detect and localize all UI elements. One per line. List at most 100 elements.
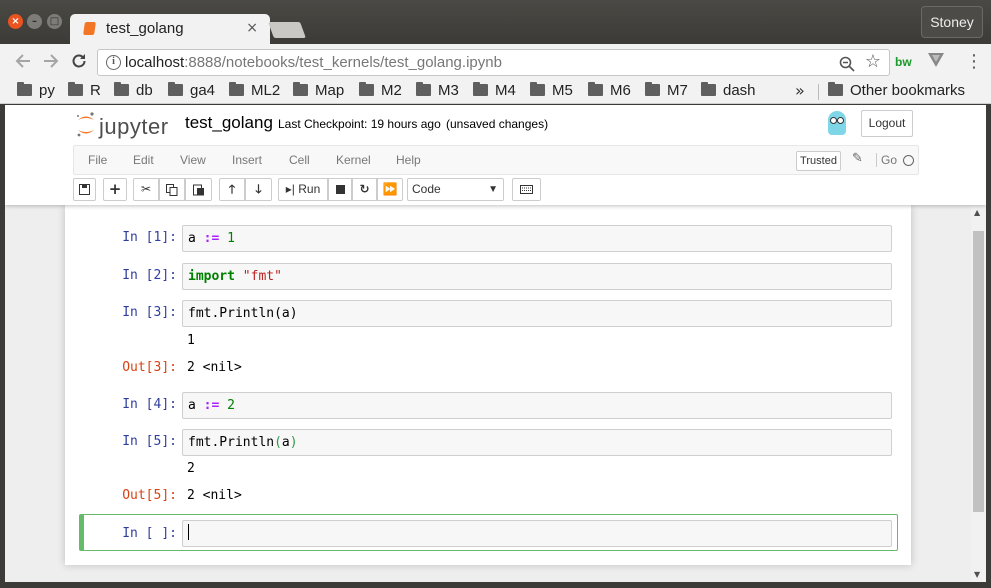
code-cell-input[interactable]: fmt.Println(a)	[182, 300, 892, 327]
scroll-up-icon[interactable]: ▲	[974, 208, 980, 217]
checkpoint-status: Last Checkpoint: 19 hours ago	[278, 117, 441, 131]
url-text[interactable]: localhost:8888/notebooks/test_kernels/te…	[125, 54, 502, 71]
folder-icon	[229, 82, 244, 96]
reload-icon[interactable]	[70, 52, 88, 74]
trusted-indicator[interactable]: Trusted	[796, 151, 841, 171]
menu-file[interactable]: File	[88, 153, 107, 167]
menu-edit[interactable]: Edit	[133, 153, 154, 167]
insert-cell-button[interactable]: +	[103, 178, 127, 201]
input-prompt: In [5]:	[122, 434, 177, 449]
tab-close-icon[interactable]: ×	[246, 20, 258, 36]
code-cell-input[interactable]: a := 2	[182, 392, 892, 419]
command-palette-button[interactable]	[512, 178, 541, 201]
zoom-icon[interactable]	[839, 52, 855, 77]
folder-icon	[293, 82, 308, 96]
paste-button[interactable]	[185, 178, 212, 201]
bookmark-folder[interactable]: db	[114, 82, 153, 99]
bookmark-folder[interactable]: M5	[530, 82, 573, 99]
notebook-header: jupyter test_golang Last Checkpoint: 19 …	[5, 105, 986, 205]
folder-icon	[359, 82, 374, 96]
move-down-button[interactable]: 🡓	[245, 178, 272, 201]
cell-stdout: 2	[187, 461, 195, 476]
active-code-cell-input[interactable]	[182, 520, 892, 547]
menu-view[interactable]: View	[180, 153, 206, 167]
extension-v-icon[interactable]	[927, 52, 945, 73]
stop-icon	[335, 185, 345, 194]
code-cell-input[interactable]: fmt.Println(a)	[182, 429, 892, 456]
address-bar[interactable]: i localhost:8888/notebooks/test_kernels/…	[97, 49, 890, 76]
window-minimize-button[interactable]: –	[27, 14, 42, 29]
plus-icon: +	[108, 180, 122, 198]
menu-cell[interactable]: Cell	[289, 153, 310, 167]
input-prompt: In [3]:	[122, 305, 177, 320]
scrollbar-thumb[interactable]	[973, 231, 984, 512]
cell-output: 2 <nil>	[187, 488, 242, 503]
folder-icon	[416, 82, 431, 96]
browser-menu-icon[interactable]: ⋮	[965, 51, 983, 72]
jupyter-logo[interactable]: jupyter	[75, 111, 175, 139]
window-maximize-button[interactable]: □	[47, 14, 62, 29]
folder-icon	[168, 82, 183, 96]
folder-icon	[828, 82, 843, 96]
run-button[interactable]: ▸| Run	[278, 178, 328, 201]
cut-button[interactable]: ✂	[133, 178, 159, 201]
notebook-page: jupyter test_golang Last Checkpoint: 19 …	[5, 105, 986, 582]
bookmarks-overflow-button[interactable]: »	[795, 81, 805, 100]
go-gopher-icon	[828, 111, 846, 135]
folder-icon	[530, 82, 545, 96]
autosave-status: (unsaved changes)	[446, 117, 549, 131]
folder-icon	[17, 82, 32, 96]
bookmark-folder[interactable]: py	[17, 82, 55, 99]
scissors-icon: ✂	[140, 182, 152, 196]
logout-button[interactable]: Logout	[861, 110, 913, 137]
page-scrollbar[interactable]: ▲ ▼	[971, 205, 986, 582]
interrupt-button[interactable]	[328, 178, 352, 201]
profile-button[interactable]: Stoney	[921, 6, 983, 38]
input-prompt: In [ ]:	[122, 526, 177, 541]
cell-type-select[interactable]: Code ▼	[407, 178, 504, 201]
paste-icon	[192, 184, 204, 196]
extension-bw-icon[interactable]: bw	[895, 55, 912, 69]
cell-stdout: 1	[187, 333, 195, 348]
save-button[interactable]	[73, 178, 96, 201]
bookmark-star-icon[interactable]: ☆	[865, 51, 881, 72]
bookmark-folder[interactable]: ga4	[168, 82, 215, 99]
kernel-name: Go	[876, 153, 897, 167]
notebook-favicon-icon	[83, 22, 96, 35]
copy-button[interactable]	[159, 178, 185, 201]
new-tab-button[interactable]	[268, 22, 306, 38]
fast-forward-icon: ⏩	[382, 182, 398, 196]
code-cell-input[interactable]: import "fmt"	[182, 263, 892, 290]
window-close-button[interactable]: ×	[8, 14, 23, 29]
restart-button[interactable]: ↻	[352, 178, 377, 201]
jupyter-logo-text: jupyter	[99, 114, 169, 139]
bookmarks-divider	[818, 84, 819, 100]
edit-mode-pencil-icon: ✎	[852, 151, 863, 166]
other-bookmarks[interactable]: Other bookmarks	[828, 82, 965, 99]
bookmark-folder[interactable]: R	[68, 82, 101, 99]
forward-icon[interactable]	[42, 52, 60, 74]
bookmark-folder[interactable]: M3	[416, 82, 459, 99]
bookmark-folder[interactable]: ML2	[229, 82, 280, 99]
navigation-bar: i localhost:8888/notebooks/test_kernels/…	[0, 44, 991, 80]
restart-icon: ↻	[359, 182, 370, 196]
code-cell-input[interactable]: a := 1	[182, 225, 892, 252]
folder-icon	[68, 82, 83, 96]
info-icon[interactable]: i	[106, 55, 121, 70]
back-icon[interactable]	[14, 52, 32, 74]
restart-run-all-button[interactable]: ⏩	[377, 178, 403, 201]
menu-insert[interactable]: Insert	[232, 153, 262, 167]
url-host: localhost	[125, 54, 185, 71]
bookmark-folder[interactable]: M2	[359, 82, 402, 99]
move-up-button[interactable]: 🡑	[219, 178, 245, 201]
scroll-down-icon[interactable]: ▼	[974, 570, 980, 579]
menu-kernel[interactable]: Kernel	[336, 153, 371, 167]
bookmark-folder[interactable]: dash	[701, 82, 756, 99]
bookmark-folder[interactable]: M7	[645, 82, 688, 99]
browser-tab[interactable]: test_golang ×	[70, 14, 270, 44]
bookmark-folder[interactable]: M6	[588, 82, 631, 99]
menu-help[interactable]: Help	[396, 153, 421, 167]
bookmark-folder[interactable]: Map	[293, 82, 344, 99]
bookmark-folder[interactable]: M4	[473, 82, 516, 99]
notebook-title[interactable]: test_golang	[185, 113, 273, 133]
